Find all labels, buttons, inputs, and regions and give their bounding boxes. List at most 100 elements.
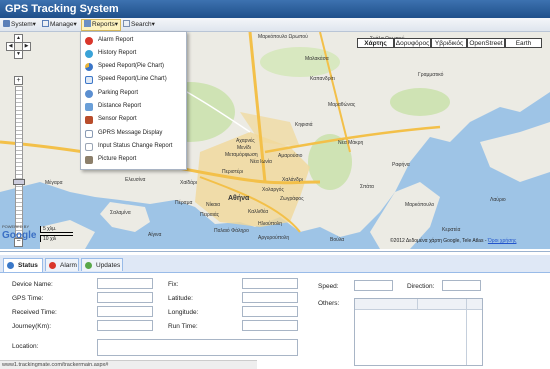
location-label: Location:	[12, 343, 39, 350]
menu-item-speed-pie-report[interactable]: Speed Report(Pie Chart)	[81, 60, 184, 73]
map-place-label: Ηλιούπολη	[258, 221, 283, 227]
menu-item-sensor-report[interactable]: Sensor Report	[81, 113, 184, 126]
tab-alarm[interactable]: Alarm	[45, 258, 79, 271]
search-icon	[123, 20, 130, 27]
menu-item-input-status-report[interactable]: Input Status Change Report	[81, 140, 184, 153]
reports-icon	[84, 20, 91, 27]
pie-chart-icon	[85, 63, 93, 71]
menu-item-alarm-report[interactable]: Alarm Report	[81, 34, 184, 47]
map-place-label: Χαλάνδρι	[282, 177, 303, 183]
map-type-hybrid[interactable]: Υβριδικός	[431, 38, 467, 48]
map-place-label: Μεταμόρφωση	[225, 152, 258, 158]
longitude-field[interactable]	[242, 306, 298, 317]
direction-field[interactable]	[442, 280, 481, 291]
menu-item-speed-line-report[interactable]: Speed Report(Line Chart)	[81, 73, 184, 86]
map-place-label: Πειραιάς	[200, 212, 220, 218]
line-chart-icon	[85, 76, 93, 84]
pan-down-button[interactable]: ▼	[14, 50, 23, 59]
map-place-label: Ραφήνα	[392, 162, 410, 168]
map-place-label: Αμαρούσιο	[278, 153, 303, 159]
map-type-openstreet[interactable]: OpenStreet	[467, 38, 505, 48]
system-menu[interactable]: System▾	[3, 20, 36, 30]
run-time-field[interactable]	[242, 320, 298, 331]
zoom-slider-handle[interactable]	[13, 179, 25, 185]
map-place-label: Νίκαια	[206, 202, 221, 208]
menu-item-history-report[interactable]: History Report	[81, 47, 184, 60]
tab-updates[interactable]: Updates	[81, 258, 123, 271]
app-title: GPS Tracking System	[0, 0, 550, 18]
map-place-label: Λαύριο	[490, 197, 506, 203]
gps-time-field[interactable]	[97, 292, 153, 303]
grid-divider	[417, 299, 418, 309]
journey-label: Journey(Km):	[12, 323, 52, 330]
location-field[interactable]	[97, 339, 298, 356]
search-menu[interactable]: Search▾	[123, 20, 155, 30]
scale-mi: 10 χιλ	[40, 235, 73, 242]
map-type-map[interactable]: Χάρτης	[357, 38, 394, 48]
map-place-label: Μέγαρα	[45, 180, 63, 186]
zoom-slider[interactable]	[15, 86, 23, 238]
journey-field[interactable]	[97, 320, 153, 331]
map-attribution: ©2012 Δεδομένα χάρτη Google, Tele Atlas …	[390, 238, 517, 244]
alarm-tab-icon	[49, 262, 56, 269]
manage-icon	[42, 20, 49, 27]
map-place-label: Χολαργός	[262, 187, 284, 193]
map-place-label: Πέραμα	[175, 200, 193, 206]
google-logo[interactable]: Google	[2, 230, 36, 241]
alarm-icon	[85, 37, 93, 45]
map-place-label: Αθήνα	[228, 195, 250, 202]
manage-menu[interactable]: Manage▾	[42, 20, 77, 30]
others-grid-header	[355, 299, 482, 310]
updates-icon	[85, 262, 92, 269]
latitude-label: Latitude:	[168, 295, 193, 302]
map-place-label: Αργυρούπολη	[258, 235, 290, 241]
device-name-field[interactable]	[97, 278, 153, 289]
menu-item-gprs-message[interactable]: GPRS Message Display	[81, 127, 184, 140]
picture-icon	[85, 156, 93, 164]
map-type-satellite[interactable]: Δορυφόρος	[394, 38, 431, 48]
tab-status[interactable]: Status	[3, 258, 43, 272]
map-place-label: Μαρκόπουλο Ωρωπού	[258, 34, 308, 40]
menu-item-parking-report[interactable]: Parking Report	[81, 87, 184, 100]
map-place-label: Μαλακάσα	[305, 56, 329, 62]
menu-item-picture-report[interactable]: Picture Report	[81, 153, 184, 166]
distance-icon	[85, 103, 93, 111]
map-place-label: Γραμματικό	[418, 72, 444, 78]
input-status-icon	[85, 143, 93, 151]
sensor-icon	[85, 116, 93, 124]
message-icon	[85, 130, 93, 138]
map-place-label: Αχαρνές	[236, 138, 255, 144]
map-place-label: Μαραθώνας	[328, 102, 356, 108]
info-tabs: Status Alarm Updates	[0, 255, 550, 273]
fix-field[interactable]	[242, 278, 298, 289]
map-place-label: Κηφισιά	[295, 122, 313, 128]
zoom-in-button[interactable]: +	[14, 76, 23, 85]
others-grid[interactable]	[354, 298, 483, 366]
speed-field[interactable]	[354, 280, 393, 291]
status-icon	[7, 262, 14, 269]
received-time-label: Received Time:	[12, 309, 57, 316]
map-place-label: Καπανδρίτι	[310, 76, 335, 82]
map-type-earth[interactable]: Earth	[505, 38, 542, 48]
map-place-label: Κερατέα	[442, 227, 461, 233]
parking-icon	[85, 90, 93, 98]
terms-link[interactable]: Όροι χρήσης	[488, 238, 517, 244]
menu-item-distance-report[interactable]: Distance Report	[81, 100, 184, 113]
map-place-label: Καλλιθέα	[248, 209, 269, 215]
gps-time-label: GPS Time:	[12, 295, 44, 302]
pan-right-button[interactable]: ▶	[22, 42, 31, 51]
scale-km: 5 χλμ.	[40, 226, 73, 233]
received-time-field[interactable]	[97, 306, 153, 317]
map-place-label: Παλαιό Φάληρο	[214, 228, 249, 234]
speed-label: Speed:	[318, 283, 339, 290]
latitude-field[interactable]	[242, 292, 298, 303]
reports-dropdown: Alarm Report History Report Speed Report…	[80, 31, 187, 170]
others-label: Others:	[318, 300, 340, 307]
map-place-label: Μενίδι	[237, 145, 251, 151]
map-place-label: Νέα Μάκρη	[338, 140, 364, 146]
reports-menu[interactable]: Reports▾	[81, 19, 122, 31]
map-place-label: Αίγινα	[148, 232, 162, 238]
grid-scrollbar-divider	[466, 299, 467, 365]
map-place-label: Μαρκόπουλο	[405, 202, 435, 208]
map-place-label: Σαλαμίνα	[110, 210, 131, 216]
